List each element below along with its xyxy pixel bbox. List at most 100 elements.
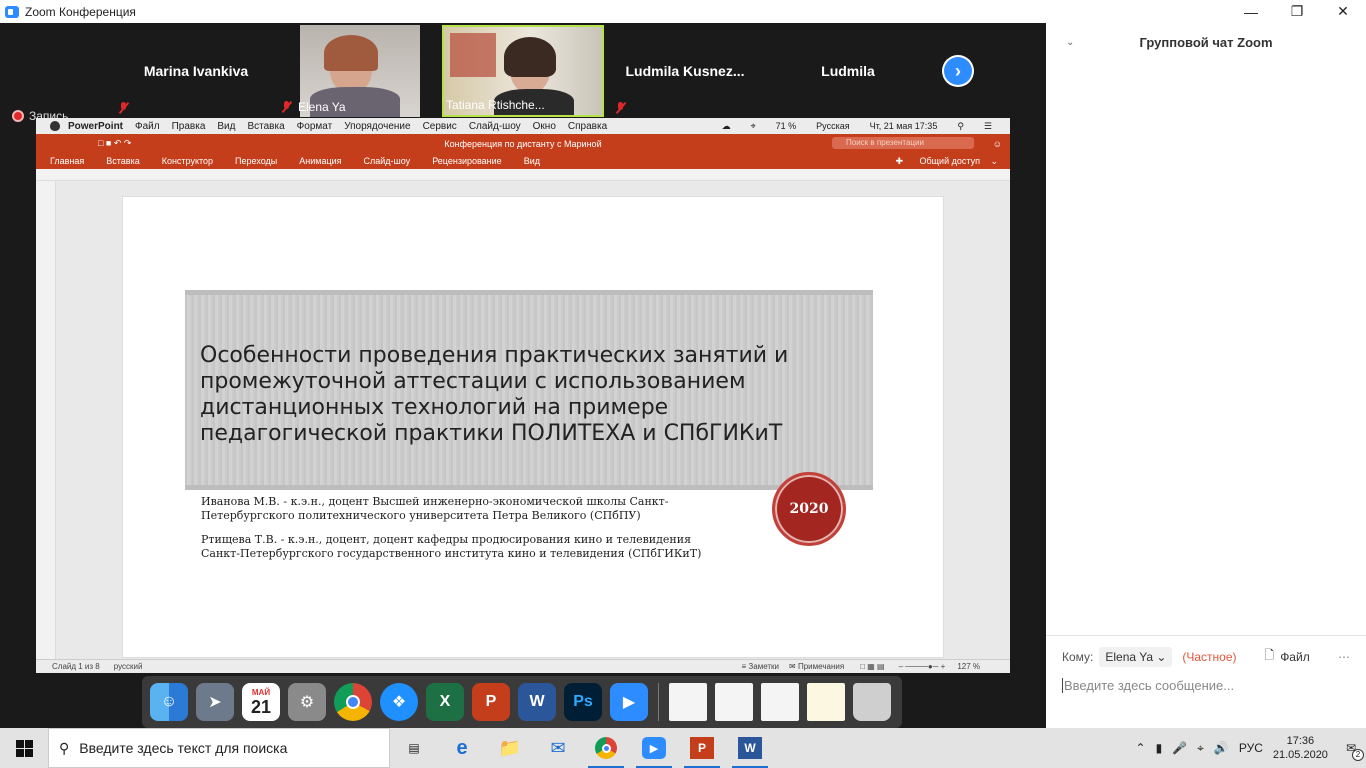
chrome-icon[interactable]	[334, 683, 372, 721]
file-explorer-icon[interactable]: 📁	[486, 728, 534, 768]
private-label: (Частное)	[1182, 649, 1237, 664]
cloud-icon[interactable]: ☁	[722, 121, 731, 132]
edge-icon[interactable]: e	[438, 728, 486, 768]
launchpad-icon[interactable]: ➤	[196, 683, 234, 721]
menu-app-name[interactable]: PowerPoint	[68, 121, 123, 132]
author-2[interactable]: Ртищева Т.В. - к.э.н., доцент, доцент ка…	[201, 533, 721, 561]
volume-icon[interactable]: 🔊	[1214, 741, 1229, 755]
menu-item[interactable]: Окно	[533, 121, 556, 132]
word-icon[interactable]: W	[518, 683, 556, 721]
mail-icon[interactable]: ✉	[534, 728, 582, 768]
network-icon[interactable]: ⌖	[1197, 741, 1204, 756]
powerpoint-taskbar-icon[interactable]: P	[678, 728, 726, 768]
chat-header: Групповой чат Zoom	[1139, 35, 1273, 50]
file-icon: 🗋	[1264, 648, 1275, 662]
tab-transitions[interactable]: Переходы	[235, 156, 277, 166]
more-options-icon[interactable]: ⋯	[1338, 650, 1350, 664]
menu-item[interactable]: Слайд-шоу	[469, 121, 521, 132]
document-thumbnail-icon[interactable]	[807, 683, 845, 721]
safari-icon[interactable]: ❖	[380, 683, 418, 721]
battery-label[interactable]: 71 %	[776, 121, 797, 131]
close-button[interactable]: ✕	[1320, 0, 1366, 23]
zoom-icon[interactable]: ▶	[610, 683, 648, 721]
horizontal-ruler	[36, 169, 1010, 181]
chat-message-input[interactable]: Введите здесь сообщение...	[1062, 678, 1352, 693]
taskbar-search-box[interactable]: ⚲ Введите здесь текст для поиска	[48, 728, 390, 768]
finder-icon[interactable]: ☺	[150, 683, 188, 721]
microphone-icon[interactable]: 🎤	[1172, 741, 1187, 755]
calendar-icon[interactable]: МАЙ 21	[242, 683, 280, 721]
menu-item[interactable]: Формат	[297, 121, 333, 132]
excel-icon[interactable]: X	[426, 683, 464, 721]
zoom-level[interactable]: 127 %	[957, 662, 980, 671]
tab-animation[interactable]: Анимация	[299, 156, 341, 166]
tab-view[interactable]: Вид	[524, 156, 540, 166]
tab-review[interactable]: Рецензирование	[432, 156, 502, 166]
apple-icon[interactable]	[50, 121, 60, 131]
menu-item[interactable]: Справка	[568, 121, 607, 132]
ppt-search-input[interactable]: Поиск в презентации	[832, 137, 974, 149]
author-1-line-2: Петербургского политехнического универси…	[201, 509, 641, 522]
participant-tile[interactable]: Ludmila	[768, 25, 928, 117]
participant-tile[interactable]: Marina Ivankiva	[116, 25, 276, 117]
minimize-button[interactable]: —	[1228, 0, 1274, 23]
trash-icon[interactable]	[853, 683, 891, 721]
wifi-icon[interactable]: ⌖	[751, 121, 756, 132]
zoom-taskbar-icon[interactable]: ▶	[630, 728, 678, 768]
menu-list-icon[interactable]: ☰	[984, 121, 992, 132]
comments-button[interactable]: ✉ Примечания	[789, 662, 844, 671]
input-language-indicator[interactable]: РУС	[1239, 741, 1263, 755]
recipient-value: Elena Ya	[1105, 649, 1153, 664]
document-thumbnail-icon[interactable]	[669, 683, 707, 721]
next-page-button[interactable]: ›	[942, 55, 974, 87]
slide-canvas[interactable]: Особенности проведения практических заня…	[122, 196, 944, 658]
input-language[interactable]: Русская	[816, 121, 849, 131]
document-thumbnail-icon[interactable]	[761, 683, 799, 721]
smiley-icon[interactable]: ☺	[993, 139, 1002, 149]
restore-button[interactable]: ❐	[1274, 0, 1320, 23]
view-buttons[interactable]: □ ▦ ▤	[860, 662, 884, 671]
slide-editor[interactable]: Особенности проведения практических заня…	[56, 181, 1010, 659]
tab-design[interactable]: Конструктор	[162, 156, 213, 166]
file-button[interactable]: 🗋 Файл	[1265, 646, 1310, 667]
taskbar-clock[interactable]: 17:36 21.05.2020	[1273, 734, 1328, 762]
participant-tile[interactable]: Elena Ya	[279, 25, 420, 117]
menu-item[interactable]: Вид	[217, 121, 235, 132]
share-button[interactable]: ✚ Общий доступ ⌄	[895, 153, 998, 169]
mac-datetime[interactable]: Чт, 21 мая 17:35	[870, 121, 938, 131]
task-view-icon[interactable]: ▤	[390, 728, 438, 768]
menu-item[interactable]: Сервис	[423, 121, 457, 132]
tab-slideshow[interactable]: Слайд-шоу	[364, 156, 411, 166]
spotlight-icon[interactable]: ⚲	[957, 121, 964, 132]
menu-item[interactable]: Правка	[172, 121, 206, 132]
tab-insert[interactable]: Вставка	[106, 156, 139, 166]
notifications-icon[interactable]: ✉ 2	[1346, 741, 1364, 761]
recipient-dropdown[interactable]: Elena Ya ⌄	[1099, 646, 1173, 667]
window-controls: — ❐ ✕	[1226, 0, 1366, 23]
powerpoint-icon[interactable]: P	[472, 683, 510, 721]
author-1[interactable]: Иванова М.В. - к.э.н., доцент Высшей инж…	[201, 495, 721, 523]
chevron-up-icon[interactable]: ⌃	[1136, 741, 1146, 755]
file-label: Файл	[1280, 649, 1310, 664]
menu-item[interactable]: Вставка	[247, 121, 284, 132]
menu-item[interactable]: Упорядочение	[344, 121, 410, 132]
notes-button[interactable]: ≡ Заметки	[742, 662, 780, 671]
chevron-right-icon: ›	[944, 57, 972, 85]
photoshop-icon[interactable]: Ps	[564, 683, 602, 721]
windows-start-icon[interactable]	[0, 728, 48, 768]
window-title: Zoom Конференция	[25, 4, 136, 19]
document-thumbnail-icon[interactable]	[715, 683, 753, 721]
participant-tile[interactable]: Ludmila Kusnez...	[605, 25, 765, 117]
chrome-taskbar-icon[interactable]	[582, 728, 630, 768]
word-taskbar-icon[interactable]: W	[726, 728, 774, 768]
notification-count: 2	[1352, 749, 1364, 761]
proofing-language[interactable]: русский	[114, 662, 143, 671]
participant-tile-active[interactable]: Tatiana Rtishche...	[442, 25, 604, 117]
menu-item[interactable]: Файл	[135, 121, 160, 132]
tab-home[interactable]: Главная	[50, 156, 84, 166]
system-preferences-icon[interactable]: ⚙	[288, 683, 326, 721]
ppt-titlebar: □ ■ ↶ ↷ Конференция по дистанту с Марино…	[36, 134, 1010, 153]
zoom-slider[interactable]: – ────●─ +	[899, 662, 946, 671]
slide-title[interactable]: Особенности проведения практических заня…	[200, 343, 860, 447]
battery-icon[interactable]: ▮	[1156, 741, 1163, 755]
